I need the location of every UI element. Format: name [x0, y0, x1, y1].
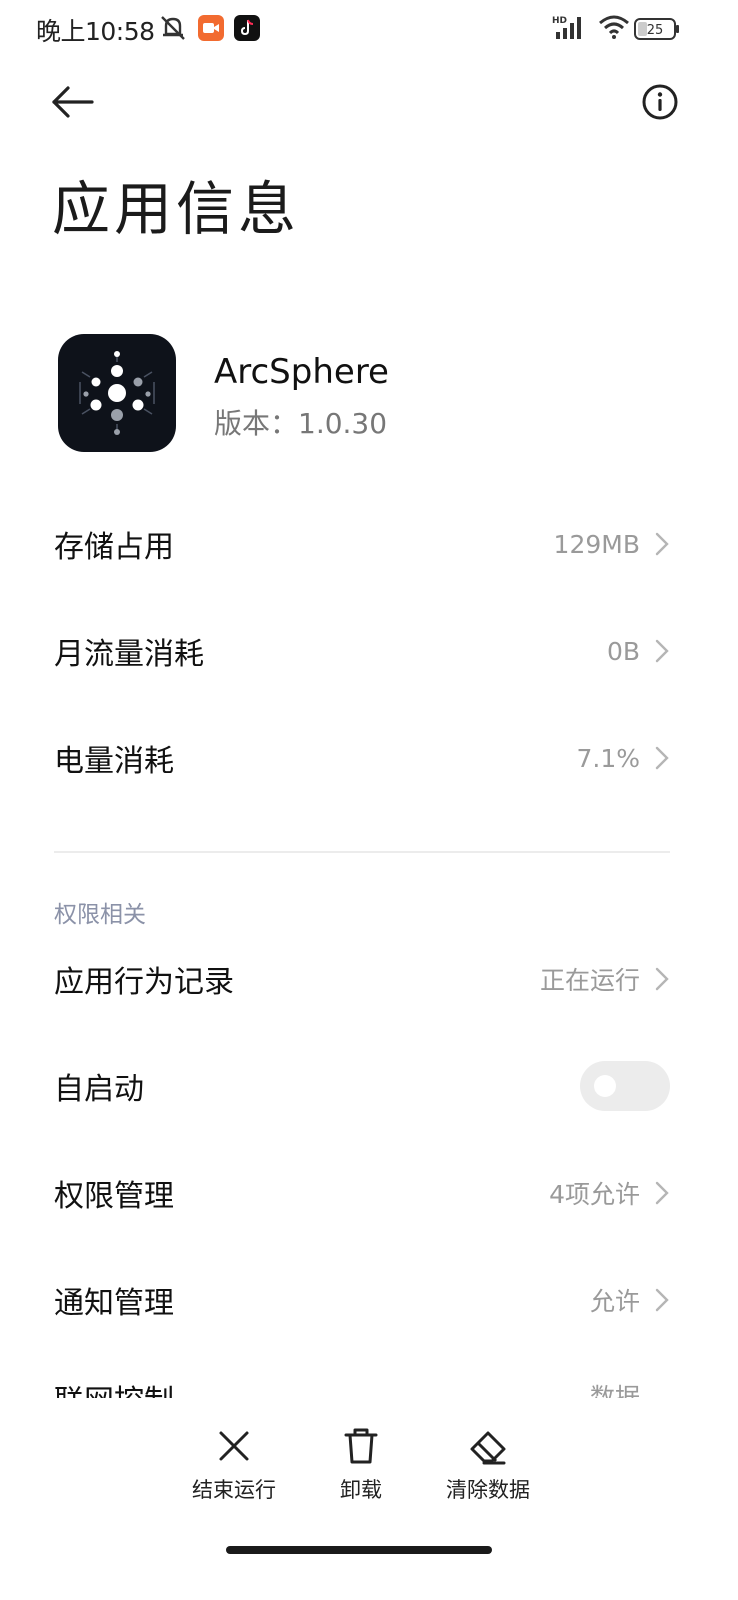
row-label: 应用行为记录: [54, 965, 234, 1000]
row-label: 自启动: [54, 1072, 144, 1107]
battery-icon: 25: [634, 18, 680, 44]
row-data-usage[interactable]: 月流量消耗 0B: [54, 621, 670, 681]
row-value: 数据: [590, 1384, 640, 1398]
row-autostart: 自启动: [54, 1056, 670, 1116]
chevron-right-icon: [655, 967, 669, 991]
row-value: 0B: [606, 636, 640, 666]
chevron-right-icon: [655, 746, 669, 770]
status-right-icons: HD: [552, 14, 630, 40]
row-label: 存储占用: [54, 530, 174, 565]
bell-muted-icon: [161, 16, 185, 40]
tiktok-icon: [234, 15, 260, 41]
page-title: 应用信息: [52, 175, 301, 243]
divider: [54, 851, 670, 853]
row-value: 129MB: [553, 529, 640, 559]
app-version: 版本：1.0.30: [214, 407, 388, 440]
bottom-action-bar: 结束运行 卸载 清除数据: [0, 1398, 738, 1600]
row-value: 正在运行: [539, 966, 640, 995]
row-network-control[interactable]: 联网控制 数据: [54, 1384, 670, 1398]
eraser-icon: [470, 1431, 506, 1465]
row-app-behavior[interactable]: 应用行为记录 正在运行: [54, 949, 670, 1009]
status-bar: 晚上10:58 HD 25: [0, 0, 738, 58]
row-value: 7.1%: [576, 743, 640, 773]
row-label: 月流量消耗: [54, 637, 204, 672]
action-label: 卸载: [340, 1478, 382, 1502]
row-label: 电量消耗: [54, 744, 174, 779]
chevron-right-icon: [655, 1288, 669, 1312]
close-icon: [219, 1431, 249, 1461]
row-label: 权限管理: [54, 1179, 174, 1214]
video-app-icon: [198, 15, 224, 41]
force-stop-button[interactable]: 结束运行: [164, 1426, 304, 1504]
trash-icon: [344, 1428, 378, 1464]
arcsphere-app-icon: [58, 334, 176, 452]
toggle-knob: [594, 1075, 616, 1097]
status-time: 晚上10:58: [36, 17, 155, 46]
row-notification-manage[interactable]: 通知管理 允许: [54, 1270, 670, 1330]
battery-level: 25: [647, 23, 664, 38]
row-value: 4项允许: [549, 1180, 640, 1209]
home-indicator[interactable]: [226, 1546, 492, 1554]
back-arrow-icon[interactable]: [48, 80, 98, 124]
section-title-permissions: 权限相关: [54, 902, 146, 928]
status-left-icons: [158, 14, 260, 42]
chevron-right-icon: [655, 532, 669, 556]
row-permission-manage[interactable]: 权限管理 4项允许: [54, 1163, 670, 1223]
app-name: ArcSphere: [214, 352, 389, 392]
chevron-right-icon: [655, 1181, 669, 1205]
network-tag: HD: [552, 16, 567, 26]
app-bar: [0, 70, 738, 134]
info-icon[interactable]: [640, 82, 680, 122]
app-header: ArcSphere 版本：1.0.30: [58, 334, 698, 454]
chevron-right-icon: [655, 639, 669, 663]
autostart-toggle[interactable]: [580, 1061, 670, 1111]
row-label: 联网控制: [54, 1384, 174, 1398]
wifi-icon: [599, 15, 629, 39]
action-label: 清除数据: [446, 1478, 530, 1502]
row-value: 允许: [589, 1287, 640, 1316]
signal-icon: HD: [552, 16, 581, 39]
action-label: 结束运行: [192, 1478, 276, 1502]
clear-data-button[interactable]: 清除数据: [418, 1426, 558, 1504]
row-storage[interactable]: 存储占用 129MB: [54, 514, 670, 574]
row-label: 通知管理: [54, 1286, 174, 1321]
uninstall-button[interactable]: 卸载: [291, 1426, 431, 1504]
row-battery-usage[interactable]: 电量消耗 7.1%: [54, 728, 670, 788]
